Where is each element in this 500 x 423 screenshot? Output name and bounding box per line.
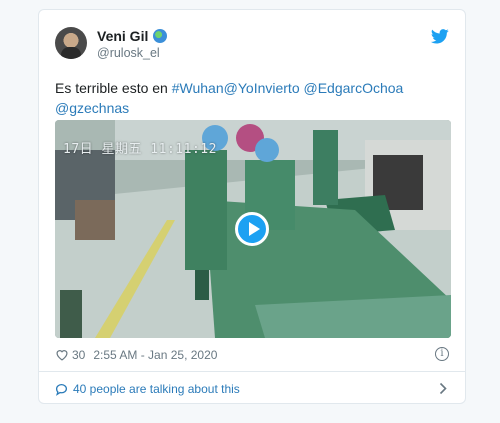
author-name[interactable]: Veni Gil [97, 28, 148, 44]
tweet-timestamp[interactable]: 2:55 AM - Jan 25, 2020 [93, 348, 217, 362]
tweet-header: Veni Gil @rulosk_el [55, 27, 449, 67]
mention-link[interactable]: @YoInvierto [224, 80, 300, 96]
author-handle[interactable]: @rulosk_el [97, 46, 160, 60]
video-thumbnail[interactable]: 17日 星期五 11:11:12 [55, 120, 451, 338]
talking-footer[interactable]: 40 people are talking about this [55, 380, 449, 398]
info-icon[interactable]: i [435, 347, 449, 361]
tweet-card: Veni Gil @rulosk_el Es terrible esto en … [38, 9, 466, 404]
avatar[interactable] [55, 27, 87, 59]
tweet-text: Es terrible esto en #Wuhan@YoInvierto @E… [55, 78, 445, 118]
tweet-text-prefix: Es terrible esto en [55, 80, 172, 96]
hashtag-link[interactable]: #Wuhan [172, 80, 224, 96]
like-count[interactable]: 30 [72, 348, 85, 362]
heart-icon[interactable] [55, 349, 69, 361]
tweet-meta: 30 2:55 AM - Jan 25, 2020 i [55, 345, 449, 365]
video-timestamp-overlay: 17日 星期五 11:11:12 [63, 142, 217, 157]
play-icon[interactable] [235, 212, 269, 246]
mention-link[interactable]: @EdgarcOchoa [304, 80, 404, 96]
talking-count-text[interactable]: 40 people are talking about this [73, 382, 240, 396]
speech-bubble-icon [55, 383, 68, 396]
twitter-bird-icon[interactable] [431, 29, 449, 44]
author-name-row[interactable]: Veni Gil [97, 27, 168, 45]
globe-icon [153, 29, 168, 43]
chevron-right-icon[interactable] [439, 382, 447, 395]
divider [39, 371, 465, 372]
mention-link[interactable]: @gzechnas [55, 100, 129, 116]
